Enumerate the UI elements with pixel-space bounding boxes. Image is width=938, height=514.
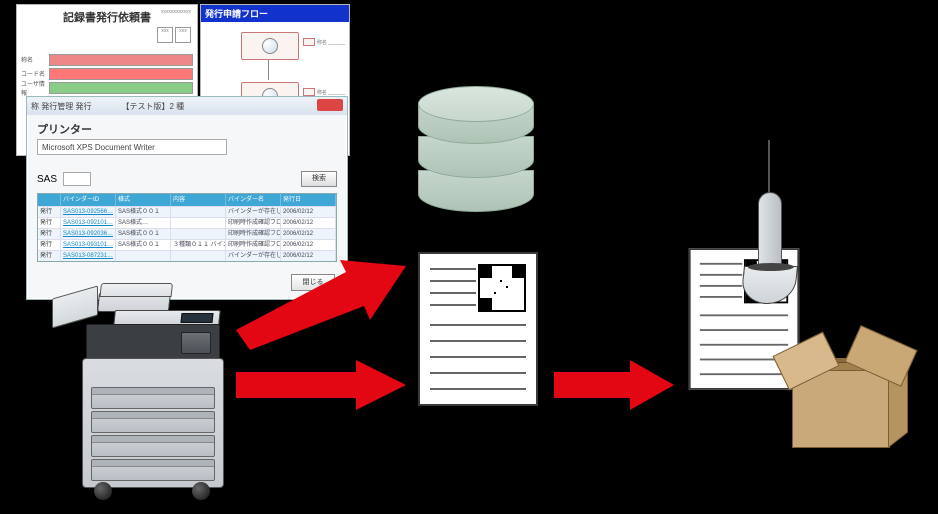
form-row-label: コード名: [21, 69, 49, 78]
cardboard-box-icon: [784, 328, 908, 448]
qr-document-icon: [418, 252, 538, 406]
multifunction-printer-icon: [82, 280, 232, 500]
flow-node: [241, 32, 299, 60]
workflow-diagram: 記録書発行依頼書 xxxxxxxxxxxx xxxxxx 称名 コード名 ユーザ…: [0, 0, 938, 514]
results-table: バインダーID 様式 内容 バインダー名 発行日 発行SAS013-092566…: [37, 193, 337, 262]
arrow-icon: [554, 360, 674, 410]
flow-legend-item: 称名 ______: [303, 38, 345, 46]
arrow-icon: [236, 360, 406, 410]
search-button[interactable]: 検索: [301, 171, 337, 187]
form-header-code: xxxxxxxxxxxx: [161, 9, 191, 15]
print-dialog-titlebar: 称 発行管理 発行 【テスト版】2 種: [27, 97, 347, 115]
qr-code-icon: [478, 264, 526, 312]
database-icon: [418, 86, 534, 214]
form-row-label: ユーザ情報: [21, 79, 49, 97]
table-row[interactable]: 発行SAS013-092566…SAS様式００１バインダーが存在しませ…2006…: [38, 206, 336, 217]
table-row[interactable]: 発行SAS013-092036…SAS様式００１印刷時作成確認フロー０１2006…: [38, 228, 336, 239]
barcode-scanner-icon: [740, 140, 800, 320]
table-header: バインダーID 様式 内容 バインダー名 発行日: [38, 194, 336, 206]
flow-window-header: 発行申請フロー: [201, 5, 349, 22]
close-icon[interactable]: [317, 99, 343, 111]
flow-legend-item: 称名 ______: [303, 88, 345, 96]
printer-select[interactable]: Microsoft XPS Document Writer: [37, 139, 227, 155]
search-input[interactable]: [63, 172, 91, 186]
search-field-label: SAS: [37, 174, 57, 185]
table-row[interactable]: 発行SAS013-092101…SAS様式…印刷時作成確認フロー０１2006/0…: [38, 217, 336, 228]
approval-stamp-boxes: xxxxxx: [157, 27, 191, 43]
form-row-label: 称名: [21, 55, 49, 64]
arrow-icon: [236, 260, 406, 350]
printer-label: プリンター: [37, 121, 337, 137]
table-row[interactable]: 発行SAS013-093101…SAS様式００１３種類０１１ バインダー１印刷時…: [38, 239, 336, 250]
